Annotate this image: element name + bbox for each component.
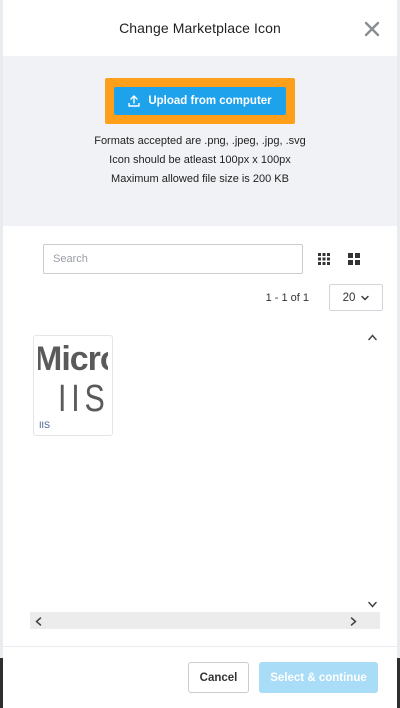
min-size-text: Icon should be atleast 100px x 100px (109, 154, 291, 166)
upload-icon (128, 95, 141, 107)
icon-thumbnail: Micro IIS (38, 336, 108, 416)
upload-button-highlight: Upload from computer (105, 78, 295, 124)
scroll-up-icon[interactable] (368, 334, 377, 341)
icon-card[interactable]: Micro IIS IIS (33, 335, 113, 436)
modal-title: Change Marketplace Icon (119, 20, 281, 36)
formats-text: Formats accepted are .png, .jpeg, .jpg, … (94, 135, 306, 147)
search-input[interactable] (43, 244, 303, 274)
select-continue-button[interactable]: Select & continue (259, 662, 378, 693)
vertical-scrollbar[interactable] (364, 329, 380, 612)
upload-section: Upload from computer Formats accepted ar… (3, 56, 397, 226)
upload-from-computer-button[interactable]: Upload from computer (114, 87, 286, 115)
icon-gallery[interactable]: Micro IIS IIS (30, 329, 380, 629)
page-size-select[interactable]: 20 (329, 284, 383, 311)
scroll-down-icon[interactable] (368, 601, 377, 608)
cancel-button[interactable]: Cancel (188, 662, 249, 693)
grid-small-icon[interactable] (317, 252, 331, 266)
pagination-row: 1 - 1 of 1 20 (43, 284, 383, 311)
page-size-value: 20 (342, 291, 356, 304)
chevron-down-icon (361, 295, 370, 301)
pagination-range: 1 - 1 of 1 (265, 291, 309, 304)
thumbnail-text-line1: Micro (38, 340, 108, 378)
thumbnail-text-line2: IIS (58, 378, 108, 416)
scrollbar-corner (364, 612, 380, 629)
browser-toolbar (43, 244, 383, 274)
grid-large-icon[interactable] (347, 252, 361, 266)
upload-requirements: Formats accepted are .png, .jpeg, .jpg, … (94, 132, 306, 189)
icon-browser: 1 - 1 of 1 20 (3, 226, 397, 311)
scroll-left-icon[interactable] (35, 617, 42, 626)
change-icon-modal: Change Marketplace Icon Upload from comp… (3, 0, 397, 708)
horizontal-scrollbar[interactable] (30, 612, 380, 629)
close-icon[interactable] (363, 20, 381, 38)
scroll-right-icon[interactable] (350, 617, 357, 626)
icon-card-label: IIS (39, 420, 51, 430)
modal-header: Change Marketplace Icon (3, 0, 397, 56)
max-size-text: Maximum allowed file size is 200 KB (111, 173, 289, 185)
upload-button-label: Upload from computer (148, 95, 272, 107)
modal-footer: Cancel Select & continue (3, 647, 397, 708)
